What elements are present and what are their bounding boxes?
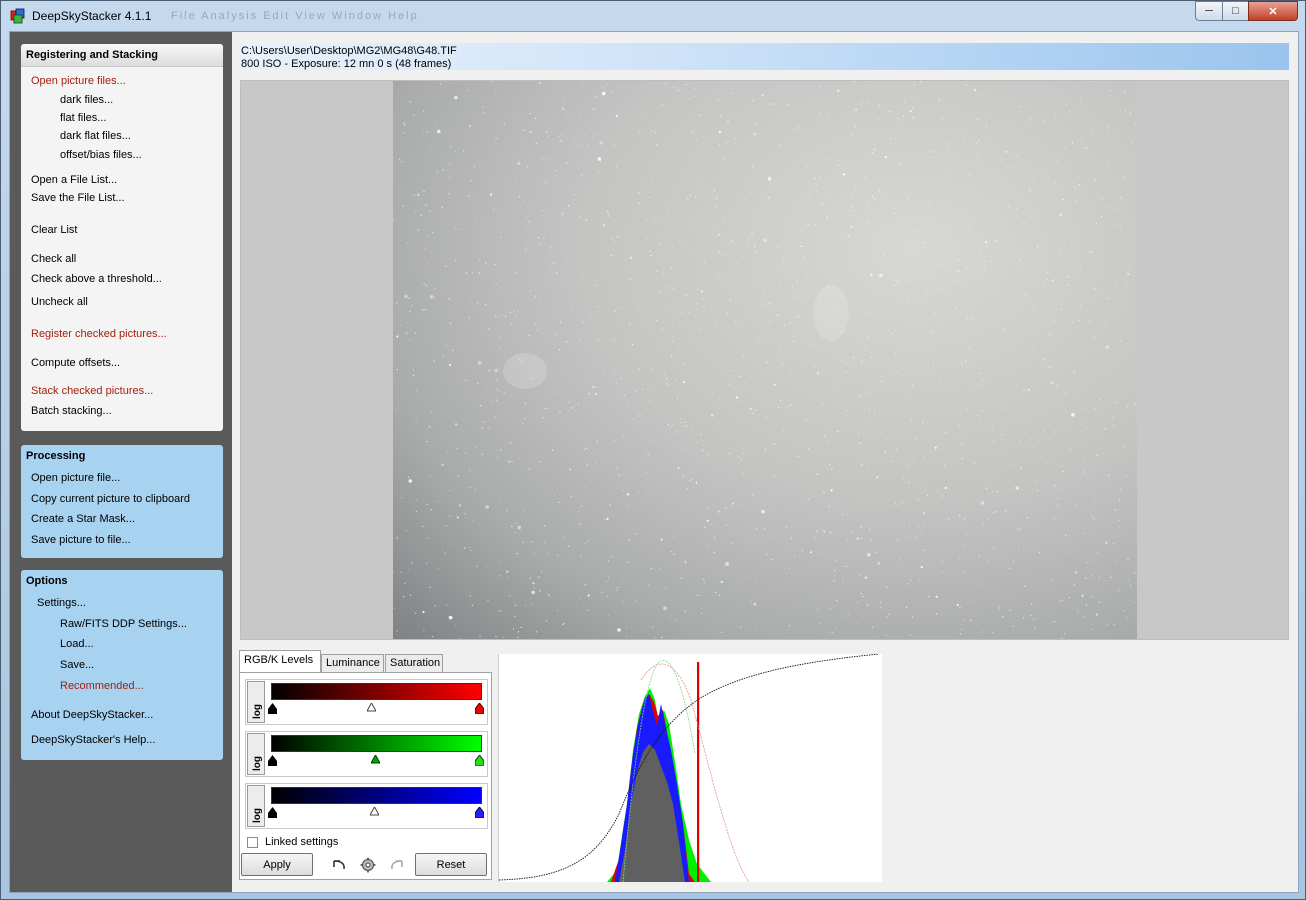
app-icon <box>10 8 25 24</box>
histogram-bars <box>607 662 711 882</box>
linked-settings-label: Linked settings <box>265 836 339 848</box>
blue-log-toggle[interactable]: log <box>247 785 265 827</box>
blue-gradient <box>271 787 482 804</box>
minimize-button[interactable]: ─ <box>1195 1 1223 21</box>
file-path: C:\Users\User\Desktop\MG2\MG48\G48.TIF <box>241 45 457 57</box>
dark-files-link[interactable]: dark files... <box>60 94 113 106</box>
blue-log-label: log <box>252 808 263 823</box>
options-panel-title: Options <box>26 575 68 587</box>
star-field-image[interactable] <box>393 81 1137 639</box>
register-checked-link[interactable]: Register checked pictures... <box>31 328 167 340</box>
undo-icon <box>333 860 345 870</box>
levels-tabs: RGB/K Levels Luminance Saturation <box>239 650 491 672</box>
app-window: DeepSkyStacker 4.1.1 File Analysis Edit … <box>0 0 1306 900</box>
settings-button[interactable] <box>358 856 378 874</box>
task-pane: Registering and Stacking Open picture fi… <box>10 32 232 892</box>
blue-black-point-handle[interactable] <box>268 807 277 818</box>
maximize-icon: □ <box>1232 5 1239 17</box>
red-white-point-handle[interactable] <box>475 703 484 714</box>
title-bar: DeepSkyStacker 4.1.1 File Analysis Edit … <box>1 1 1305 31</box>
registering-panel: Registering and Stacking Open picture fi… <box>21 44 223 431</box>
check-above-threshold-link[interactable]: Check above a threshold... <box>31 273 162 285</box>
open-picture-files-link[interactable]: Open picture files... <box>31 75 126 87</box>
red-log-label: log <box>252 704 263 719</box>
stack-checked-link[interactable]: Stack checked pictures... <box>31 385 153 397</box>
registering-panel-title: Registering and Stacking <box>21 44 223 67</box>
red-midtone-handle[interactable] <box>367 703 376 714</box>
check-all-link[interactable]: Check all <box>31 253 76 265</box>
minimize-icon: ─ <box>1205 5 1213 17</box>
linked-settings-checkbox[interactable] <box>247 837 258 848</box>
clear-list-link[interactable]: Clear List <box>31 224 77 236</box>
compute-offsets-link[interactable]: Compute offsets... <box>31 357 120 369</box>
offset-bias-files-link[interactable]: offset/bias files... <box>60 149 142 161</box>
image-viewer[interactable] <box>240 80 1289 640</box>
save-picture-link[interactable]: Save picture to file... <box>31 534 131 546</box>
maximize-button[interactable]: □ <box>1222 1 1249 21</box>
dark-flat-files-link[interactable]: dark flat files... <box>60 130 131 142</box>
uncheck-all-link[interactable]: Uncheck all <box>31 296 88 308</box>
red-channel-control: log <box>245 679 488 725</box>
star-field-stars <box>393 81 1136 639</box>
green-log-label: log <box>252 756 263 771</box>
recommended-settings-link[interactable]: Recommended... <box>60 680 144 692</box>
client-area: Registering and Stacking Open picture fi… <box>9 31 1299 893</box>
green-gradient <box>271 735 482 752</box>
copy-to-clipboard-link[interactable]: Copy current picture to clipboard <box>31 493 190 505</box>
green-white-point-handle[interactable] <box>475 755 484 766</box>
save-settings-link[interactable]: Save... <box>60 659 94 671</box>
tab-luminance[interactable]: Luminance <box>321 654 384 672</box>
red-black-point-handle[interactable] <box>268 703 277 714</box>
settings-icon <box>360 857 376 873</box>
green-midtone-handle[interactable] <box>371 755 380 766</box>
raw-fits-settings-link[interactable]: Raw/FITS DDP Settings... <box>60 618 187 630</box>
file-info-bar: C:\Users\User\Desktop\MG2\MG48\G48.TIF 8… <box>239 43 1289 70</box>
green-log-toggle[interactable]: log <box>247 733 265 775</box>
close-button[interactable]: ✕ <box>1248 1 1298 21</box>
green-black-point-handle[interactable] <box>268 755 277 766</box>
blue-white-point-handle[interactable] <box>475 807 484 818</box>
levels-panel: log log log <box>239 672 492 880</box>
settings-link[interactable]: Settings... <box>37 597 86 609</box>
open-picture-file-link[interactable]: Open picture file... <box>31 472 120 484</box>
tab-saturation[interactable]: Saturation <box>385 654 443 672</box>
reset-button[interactable]: Reset <box>415 853 487 876</box>
processing-panel: Processing Open picture file... Copy cur… <box>21 445 223 558</box>
save-file-list-link[interactable]: Save the File List... <box>31 192 125 204</box>
blue-channel-control: log <box>245 783 488 829</box>
flat-files-link[interactable]: flat files... <box>60 112 106 124</box>
options-panel: Options Settings... Raw/FITS DDP Setting… <box>21 570 223 760</box>
load-settings-link[interactable]: Load... <box>60 638 94 650</box>
apply-button[interactable]: Apply <box>241 853 313 876</box>
processing-panel-title: Processing <box>26 450 86 462</box>
tab-rgb-levels[interactable]: RGB/K Levels <box>239 650 321 672</box>
blue-midtone-handle[interactable] <box>370 807 379 818</box>
open-file-list-link[interactable]: Open a File List... <box>31 174 117 186</box>
redo-button[interactable] <box>387 856 407 874</box>
file-details: 800 ISO - Exposure: 12 mn 0 s (48 frames… <box>241 58 452 70</box>
batch-stacking-link[interactable]: Batch stacking... <box>31 405 112 417</box>
red-log-toggle[interactable]: log <box>247 681 265 723</box>
ghost-menu: File Analysis Edit View Window Help <box>171 10 419 22</box>
about-link[interactable]: About DeepSkyStacker... <box>31 709 153 721</box>
red-gradient <box>271 683 482 700</box>
green-channel-control: log <box>245 731 488 777</box>
window-title: DeepSkyStacker 4.1.1 <box>32 9 152 23</box>
help-link[interactable]: DeepSkyStacker's Help... <box>31 734 155 746</box>
close-icon: ✕ <box>1268 5 1278 18</box>
histogram <box>498 653 882 883</box>
undo-button[interactable] <box>329 856 349 874</box>
redo-icon <box>391 860 403 870</box>
histogram-plot <box>498 653 880 883</box>
create-star-mask-link[interactable]: Create a Star Mask... <box>31 513 135 525</box>
